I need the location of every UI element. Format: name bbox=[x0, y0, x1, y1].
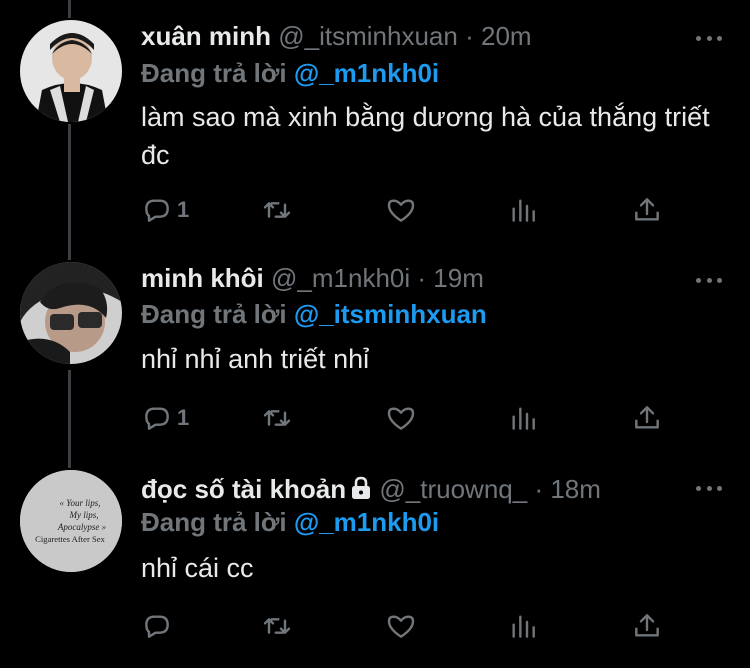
tweet-text: nhỉ nhỉ anh triết nhỉ bbox=[141, 344, 370, 374]
reply-count: 1 bbox=[177, 197, 190, 222]
retweet-icon bbox=[263, 618, 291, 634]
tweet[interactable]: minh khôi @_m1nkh0i · 19m Đang trả lời @… bbox=[0, 240, 750, 460]
avatar-caption: My lips, bbox=[69, 510, 99, 520]
analytics-icon bbox=[512, 407, 535, 430]
reply-count: 1 bbox=[177, 405, 190, 430]
separator: · bbox=[417, 263, 427, 293]
share-icon bbox=[635, 198, 659, 221]
more-icon[interactable] bbox=[696, 484, 722, 492]
display-name[interactable]: xuân minh bbox=[141, 21, 271, 51]
lock-icon bbox=[352, 476, 371, 499]
action-bar bbox=[141, 608, 671, 644]
display-name[interactable]: đọc số tài khoản bbox=[141, 474, 346, 504]
replying-to-label: Đang trả lời bbox=[141, 58, 287, 88]
username[interactable]: @_itsminhxuan bbox=[278, 21, 458, 51]
mention-link[interactable]: @_m1nkh0i bbox=[294, 58, 439, 88]
like-button[interactable] bbox=[385, 192, 417, 228]
like-icon bbox=[387, 199, 415, 222]
like-button[interactable] bbox=[385, 400, 417, 436]
more-icon[interactable] bbox=[696, 34, 722, 42]
replying-to: Đang trả lời @_itsminhxuan bbox=[141, 299, 487, 329]
retweet-button[interactable] bbox=[261, 400, 293, 436]
tweet-header: xuân minh @_itsminhxuan · 20m bbox=[141, 21, 532, 51]
reply-button[interactable]: 1 bbox=[141, 192, 189, 228]
timestamp[interactable]: 20m bbox=[481, 21, 532, 51]
avatar-caption: Cigarettes After Sex bbox=[35, 534, 105, 544]
separator: · bbox=[534, 474, 544, 504]
tweet-header: minh khôi @_m1nkh0i · 19m bbox=[141, 263, 484, 293]
analytics-icon bbox=[512, 199, 535, 222]
share-icon bbox=[635, 614, 659, 637]
share-button[interactable] bbox=[631, 400, 663, 436]
share-button[interactable] bbox=[631, 608, 663, 644]
reply-icon bbox=[145, 615, 169, 638]
avatar[interactable] bbox=[20, 262, 122, 364]
mention-link[interactable]: @_m1nkh0i bbox=[294, 507, 439, 537]
retweet-icon bbox=[263, 410, 291, 426]
reply-icon bbox=[145, 199, 169, 222]
username[interactable]: @_truownq_ bbox=[379, 474, 527, 504]
replying-to-label: Đang trả lời bbox=[141, 299, 287, 329]
tweet-header: đọc số tài khoản @_truownq_ · 18m bbox=[141, 474, 601, 504]
separator: · bbox=[465, 21, 474, 51]
share-button[interactable] bbox=[631, 192, 663, 228]
analytics-button[interactable] bbox=[507, 400, 539, 436]
like-icon bbox=[387, 407, 415, 430]
reply-icon bbox=[145, 407, 169, 430]
retweet-icon bbox=[263, 202, 291, 218]
avatar-caption: Apocalypse » bbox=[57, 522, 107, 532]
retweet-button[interactable] bbox=[261, 192, 293, 228]
like-button[interactable] bbox=[385, 608, 417, 644]
avatar-caption: « Your lips, bbox=[60, 498, 101, 508]
timestamp[interactable]: 18m bbox=[550, 474, 601, 504]
analytics-button[interactable] bbox=[507, 192, 539, 228]
like-icon bbox=[387, 615, 415, 638]
more-icon[interactable] bbox=[696, 276, 722, 284]
username[interactable]: @_m1nkh0i bbox=[271, 263, 410, 293]
analytics-button[interactable] bbox=[507, 608, 539, 644]
tweet-text: làm sao mà xinh bằng dương hà của thắng … bbox=[141, 102, 710, 170]
tweet[interactable]: xuân minh @_itsminhxuan · 20m Đang trả l… bbox=[0, 0, 750, 240]
avatar[interactable]: « Your lips, My lips, Apocalypse » Cigar… bbox=[20, 470, 122, 572]
action-bar: 1 bbox=[141, 192, 671, 228]
display-name[interactable]: minh khôi bbox=[141, 263, 264, 293]
replying-to: Đang trả lời @_m1nkh0i bbox=[141, 507, 439, 537]
share-icon bbox=[635, 406, 659, 429]
tweet[interactable]: « Your lips, My lips, Apocalypse » Cigar… bbox=[0, 460, 750, 668]
timestamp[interactable]: 19m bbox=[433, 263, 484, 293]
avatar[interactable] bbox=[20, 20, 122, 122]
replying-to-label: Đang trả lời bbox=[141, 507, 287, 537]
replying-to: Đang trả lời @_m1nkh0i bbox=[141, 58, 439, 88]
analytics-icon bbox=[512, 615, 535, 638]
reply-button[interactable] bbox=[141, 608, 177, 644]
tweet-text: nhỉ cái cc bbox=[141, 553, 254, 583]
retweet-button[interactable] bbox=[261, 608, 293, 644]
action-bar: 1 bbox=[141, 400, 671, 436]
mention-link[interactable]: @_itsminhxuan bbox=[294, 299, 487, 329]
reply-button[interactable]: 1 bbox=[141, 400, 189, 436]
